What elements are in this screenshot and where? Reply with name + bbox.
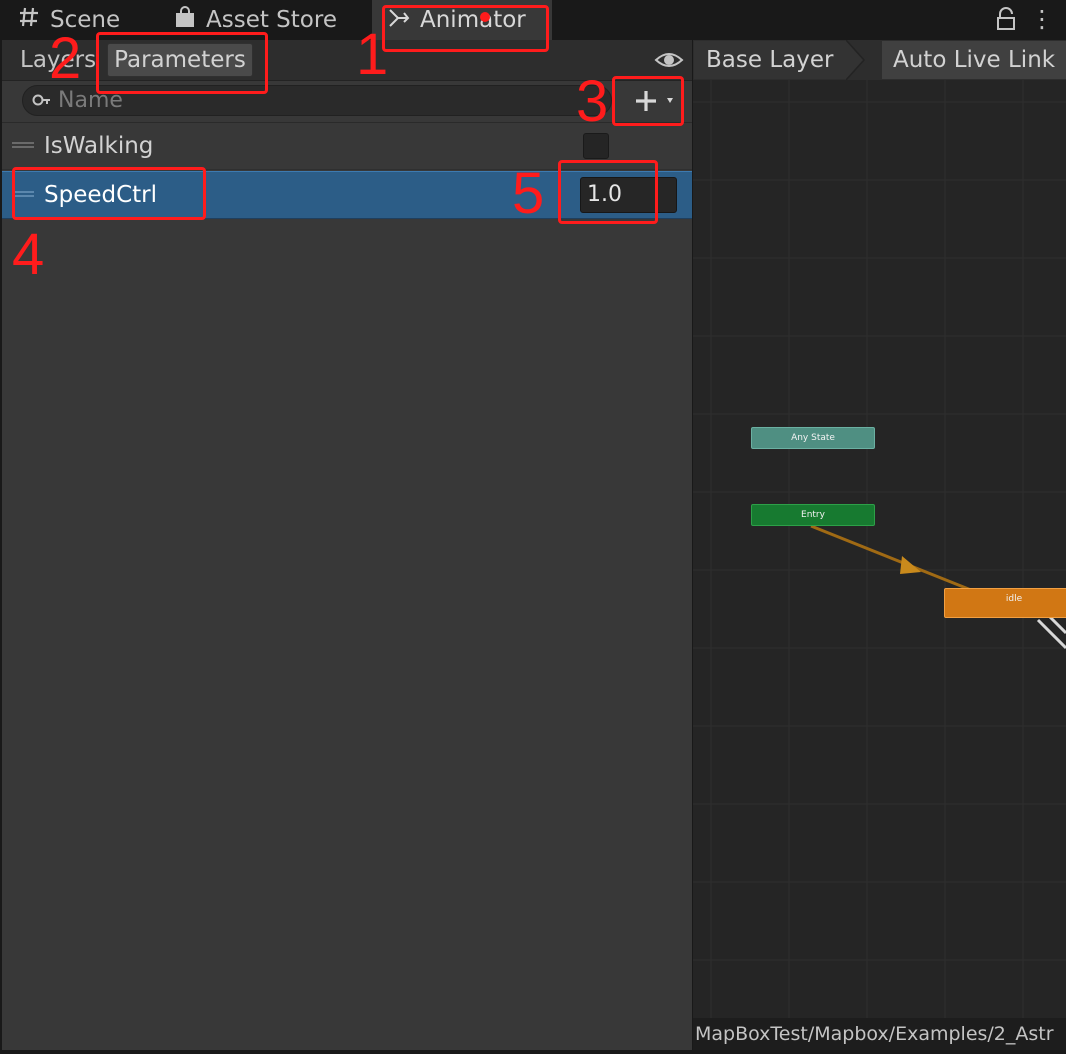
annotation-number-1: 1	[356, 22, 389, 87]
parameter-name: IsWalking	[44, 133, 154, 159]
breadcrumb-chevron-icon	[845, 39, 870, 81]
drag-handle-icon[interactable]	[12, 142, 34, 148]
entry-transition-arrow	[810, 524, 972, 592]
annotation-box-3	[612, 76, 684, 126]
eye-icon[interactable]	[654, 46, 684, 74]
annotation-number-2: 2	[49, 26, 82, 91]
annotation-number-3: 3	[576, 69, 609, 134]
breadcrumb-base-layer[interactable]: Base Layer	[694, 41, 846, 79]
annotation-box-4	[12, 167, 206, 220]
hash-icon	[18, 6, 40, 34]
annotation-box-1	[382, 5, 549, 52]
shopping-bag-icon	[174, 6, 196, 34]
more-options-icon[interactable]: ⋮	[1030, 6, 1054, 34]
annotation-box-2	[96, 32, 268, 94]
search-icon	[32, 92, 52, 110]
annotation-dot	[480, 12, 490, 22]
annotation-box-5	[558, 160, 658, 224]
lock-icon[interactable]	[995, 7, 1017, 31]
tab-asset-store-label: Asset Store	[206, 7, 337, 33]
annotation-number-5: 5	[512, 161, 545, 226]
iswalking-checkbox[interactable]	[583, 133, 609, 159]
state-machine-graph[interactable]: Any State Entry idle	[693, 80, 1066, 1018]
annotation-number-4: 4	[12, 222, 45, 287]
state-node-any-state[interactable]: Any State	[751, 427, 875, 449]
asset-path: MapBoxTest/Mapbox/Examples/2_Astr	[693, 1018, 1066, 1050]
state-node-entry[interactable]: Entry	[751, 504, 875, 526]
auto-live-link-button[interactable]: Auto Live Link	[882, 41, 1066, 79]
graph-grid	[693, 80, 1066, 1018]
state-node-idle[interactable]: idle	[944, 588, 1066, 618]
transition-arrowhead-icon	[900, 556, 921, 574]
